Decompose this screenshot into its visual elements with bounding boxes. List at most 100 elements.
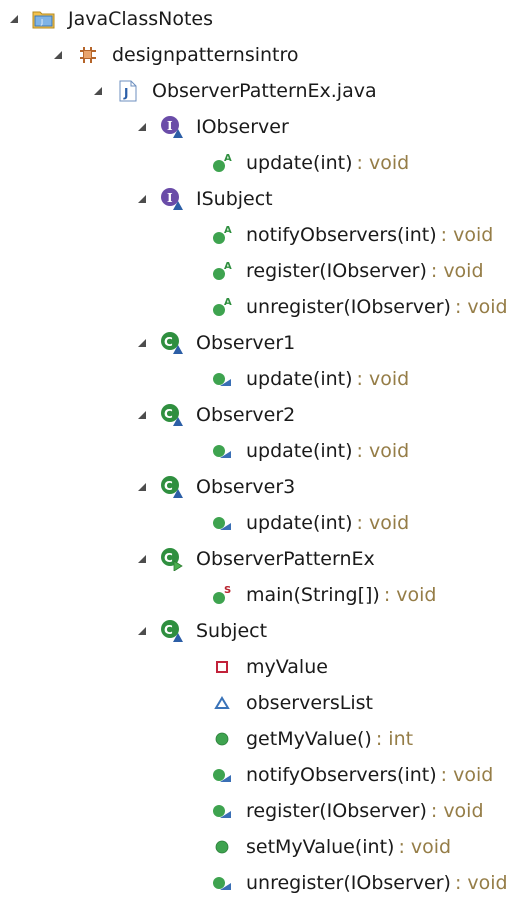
implements-method-icon [210, 511, 234, 535]
class-icon: C [160, 619, 184, 643]
tree-item-label: observersList [246, 692, 373, 714]
tree-item-label: register(IObserver) [246, 260, 427, 282]
tree-item[interactable]: I ISubject [134, 182, 273, 216]
tree-item[interactable]: Aunregister(IObserver): void [184, 290, 508, 324]
tree-item-label: notifyObservers(int) [246, 224, 437, 246]
return-type: : void [454, 296, 508, 318]
tree-item[interactable]: observersList [184, 686, 373, 720]
tree-item[interactable]: notifyObservers(int): void [184, 758, 493, 792]
tree-item-label: update(int) [246, 152, 353, 174]
interface-icon: I [160, 187, 184, 211]
package-icon [76, 43, 100, 67]
tree-item[interactable]: Aupdate(int): void [184, 146, 409, 180]
tree-item-label: Observer1 [196, 332, 296, 354]
return-type: : void [440, 224, 494, 246]
tree-item[interactable]: C Observer3 [134, 470, 295, 504]
tree-item[interactable]: J ObserverPatternEx.java [90, 74, 377, 108]
tree-item[interactable]: myValue [184, 650, 328, 684]
tree-item-label: register(IObserver) [246, 800, 427, 822]
tree-item-label: Subject [196, 620, 268, 642]
tree-item-label: main(String[]) [246, 584, 380, 606]
tree-item[interactable]: I IObserver [134, 110, 289, 144]
expand-toggle-icon[interactable] [134, 407, 150, 423]
return-type: : void [430, 260, 484, 282]
tree-item-label: ObserverPatternEx [196, 548, 375, 570]
svg-text:C: C [164, 407, 173, 421]
tree-item-label: setMyValue(int) [246, 836, 395, 858]
tree-item-label: myValue [246, 656, 328, 678]
tree-item-label: JavaClassNotes [68, 8, 213, 30]
expand-toggle-icon[interactable] [6, 11, 22, 27]
return-type: : void [430, 800, 484, 822]
tree-item[interactable]: J JavaClassNotes [6, 2, 213, 36]
package-explorer-tree: J JavaClassNotes designpatternsintro J Obser… [0, 0, 519, 904]
svg-text:C: C [164, 551, 173, 565]
interface-icon: I [160, 115, 184, 139]
expand-toggle-icon[interactable] [134, 119, 150, 135]
tree-item-label: unregister(IObserver) [246, 296, 451, 318]
implements-method-icon [210, 871, 234, 895]
svg-text:C: C [164, 623, 173, 637]
class-icon: C [160, 331, 184, 355]
tree-item[interactable]: designpatternsintro [50, 38, 299, 72]
svg-text:A: A [224, 261, 232, 272]
tree-item-label: Observer2 [196, 404, 296, 426]
tree-item[interactable]: C Observer1 [134, 326, 295, 360]
tree-item-label: update(int) [246, 368, 353, 390]
expand-toggle-icon[interactable] [134, 479, 150, 495]
svg-text:J: J [40, 18, 43, 26]
tree-item[interactable]: C Subject [134, 614, 267, 648]
svg-text:A: A [224, 225, 232, 236]
expand-toggle-icon[interactable] [134, 335, 150, 351]
implements-method-icon [210, 763, 234, 787]
expand-toggle-icon[interactable] [134, 551, 150, 567]
public-method-icon [210, 835, 234, 859]
tree-item[interactable]: setMyValue(int): void [184, 830, 451, 864]
svg-text:S: S [224, 585, 231, 596]
tree-item[interactable]: C ObserverPatternEx [134, 542, 375, 576]
tree-item-label: IObserver [196, 116, 289, 138]
expand-toggle-icon[interactable] [90, 83, 106, 99]
tree-item-label: ObserverPatternEx.java [152, 80, 377, 102]
tree-item[interactable]: C Observer2 [134, 398, 295, 432]
expand-toggle-icon[interactable] [134, 191, 150, 207]
tree-item[interactable]: getMyValue(): int [184, 722, 413, 756]
tree-item-label: ISubject [196, 188, 273, 210]
java-file-icon: J [116, 79, 140, 103]
return-type: : void [440, 764, 494, 786]
return-type: : void [356, 440, 410, 462]
return-type: : void [356, 512, 410, 534]
public-method-icon [210, 727, 234, 751]
svg-text:I: I [167, 119, 173, 133]
svg-text:I: I [167, 191, 173, 205]
project-icon: J [32, 7, 56, 31]
return-type: : void [356, 152, 410, 174]
tree-item[interactable]: AnotifyObservers(int): void [184, 218, 493, 252]
return-type: : void [398, 836, 452, 858]
tree-item[interactable]: Smain(String[]): void [184, 578, 436, 612]
abstract-method-icon: A [210, 295, 234, 319]
tree-item[interactable]: Aregister(IObserver): void [184, 254, 484, 288]
class-icon: C [160, 475, 184, 499]
class-icon: C [160, 403, 184, 427]
tree-item-label: notifyObservers(int) [246, 764, 437, 786]
svg-text:A: A [224, 153, 232, 164]
expand-toggle-icon[interactable] [50, 47, 66, 63]
main-class-icon: C [160, 547, 184, 571]
tree-item[interactable]: update(int): void [184, 434, 409, 468]
implements-method-icon [210, 799, 234, 823]
tree-item-label: update(int) [246, 512, 353, 534]
static-method-icon: S [210, 583, 234, 607]
default-field-icon [210, 691, 234, 715]
svg-text:A: A [224, 297, 232, 308]
tree-item[interactable]: update(int): void [184, 506, 409, 540]
abstract-method-icon: A [210, 259, 234, 283]
tree-item[interactable]: register(IObserver): void [184, 794, 484, 828]
tree-item-label: designpatternsintro [112, 44, 299, 66]
tree-item-label: unregister(IObserver) [246, 872, 451, 894]
tree-item[interactable]: unregister(IObserver): void [184, 866, 508, 900]
tree-item[interactable]: update(int): void [184, 362, 409, 396]
svg-text:J: J [123, 86, 128, 100]
expand-toggle-icon[interactable] [134, 623, 150, 639]
return-type: : void [383, 584, 437, 606]
